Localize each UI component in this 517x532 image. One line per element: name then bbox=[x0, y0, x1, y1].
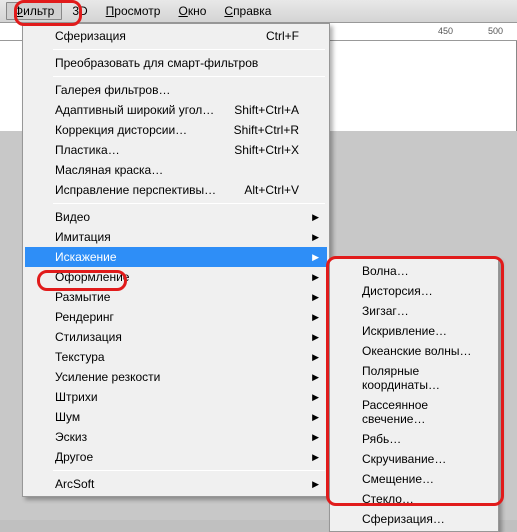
menu-item-label: ArcSoft bbox=[55, 477, 94, 491]
submenu-item-ocean[interactable]: Океанские волны… bbox=[332, 341, 496, 361]
menu-item-imitation[interactable]: Имитация ▶ bbox=[25, 227, 327, 247]
menu-item-shortcut: Shift+Ctrl+X bbox=[234, 143, 299, 157]
menu-item-stylize[interactable]: Стилизация ▶ bbox=[25, 327, 327, 347]
chevron-right-icon: ▶ bbox=[312, 432, 319, 443]
menu-item-label: Исправление перспективы… bbox=[55, 183, 216, 197]
chevron-right-icon: ▶ bbox=[312, 272, 319, 283]
menu-item-label: Галерея фильтров… bbox=[55, 83, 170, 97]
chevron-right-icon: ▶ bbox=[312, 372, 319, 383]
menu-item-render[interactable]: Рендеринг ▶ bbox=[25, 307, 327, 327]
menu-filter[interactable]: Фильтр bbox=[6, 2, 62, 20]
menu-item-other[interactable]: Другое ▶ bbox=[25, 447, 327, 467]
chevron-right-icon: ▶ bbox=[312, 452, 319, 463]
menu-item-repeat-last[interactable]: Сферизация Ctrl+F bbox=[25, 26, 327, 46]
menu-item-label: Искажение bbox=[55, 250, 117, 264]
menu-item-label: Другое bbox=[55, 450, 93, 464]
chevron-right-icon: ▶ bbox=[312, 312, 319, 323]
menu-window[interactable]: Окно bbox=[170, 2, 214, 20]
menu-3d[interactable]: 3D bbox=[64, 2, 95, 20]
menu-item-label: Коррекция дисторсии… bbox=[55, 123, 187, 137]
menu-item-vanishing-point[interactable]: Исправление перспективы… Alt+Ctrl+V bbox=[25, 180, 327, 200]
menu-item-strokes[interactable]: Штрихи ▶ bbox=[25, 387, 327, 407]
chevron-right-icon: ▶ bbox=[312, 212, 319, 223]
submenu-item-twist[interactable]: Скручивание… bbox=[332, 449, 496, 469]
submenu-item-glass[interactable]: Стекло… bbox=[332, 489, 496, 509]
menu-item-label: Сферизация bbox=[55, 29, 126, 43]
menu-item-lens-correction[interactable]: Коррекция дисторсии… Shift+Ctrl+R bbox=[25, 120, 327, 140]
filter-menu: Сферизация Ctrl+F Преобразовать для смар… bbox=[22, 23, 330, 497]
menu-item-liquify[interactable]: Пластика… Shift+Ctrl+X bbox=[25, 140, 327, 160]
menu-item-styling[interactable]: Оформление ▶ bbox=[25, 267, 327, 287]
menu-item-wide-angle[interactable]: Адаптивный широкий угол… Shift+Ctrl+A bbox=[25, 100, 327, 120]
submenu-item-ripple[interactable]: Рябь… bbox=[332, 429, 496, 449]
separator bbox=[53, 76, 325, 77]
menu-item-label: Эскиз bbox=[55, 430, 87, 444]
menu-item-label: Пластика… bbox=[55, 143, 120, 157]
menu-item-label: Текстура bbox=[55, 350, 105, 364]
separator bbox=[53, 49, 325, 50]
menu-item-shortcut: Shift+Ctrl+R bbox=[234, 123, 299, 137]
menu-item-label: Имитация bbox=[55, 230, 111, 244]
menu-item-label: Видео bbox=[55, 210, 90, 224]
submenu-item-wave[interactable]: Волна… bbox=[332, 261, 496, 281]
chevron-right-icon: ▶ bbox=[312, 332, 319, 343]
chevron-right-icon: ▶ bbox=[312, 479, 319, 490]
menu-item-gallery[interactable]: Галерея фильтров… bbox=[25, 80, 327, 100]
submenu-item-displace[interactable]: Смещение… bbox=[332, 469, 496, 489]
submenu-item-diffuse-glow[interactable]: Рассеянное свечение… bbox=[332, 395, 496, 429]
submenu-item-zigzag[interactable]: Зигзаг… bbox=[332, 301, 496, 321]
menu-item-shortcut: Ctrl+F bbox=[266, 29, 299, 43]
menu-item-distort[interactable]: Искажение ▶ bbox=[25, 247, 327, 267]
chevron-right-icon: ▶ bbox=[312, 392, 319, 403]
chevron-right-icon: ▶ bbox=[312, 352, 319, 363]
ruler-tick: 500 bbox=[488, 26, 503, 36]
menu-item-label: Преобразовать для смарт-фильтров bbox=[55, 56, 258, 70]
menu-item-label: Усиление резкости bbox=[55, 370, 160, 384]
menu-item-oil-paint[interactable]: Масляная краска… bbox=[25, 160, 327, 180]
menu-item-convert-smart[interactable]: Преобразовать для смарт-фильтров bbox=[25, 53, 327, 73]
menu-item-label: Адаптивный широкий угол… bbox=[55, 103, 214, 117]
menu-item-label: Рендеринг bbox=[55, 310, 114, 324]
menu-item-label: Стилизация bbox=[55, 330, 122, 344]
menu-item-noise[interactable]: Шум ▶ bbox=[25, 407, 327, 427]
menu-item-shortcut: Shift+Ctrl+A bbox=[234, 103, 299, 117]
menubar: Фильтр 3D Просмотр Окно Справка bbox=[0, 0, 517, 23]
menu-item-label: Масляная краска… bbox=[55, 163, 163, 177]
menu-item-label: Оформление bbox=[55, 270, 129, 284]
submenu-item-polar[interactable]: Полярные координаты… bbox=[332, 361, 496, 395]
distort-submenu: Волна… Дисторсия… Зигзаг… Искривление… О… bbox=[329, 258, 499, 532]
menu-item-label: Размытие bbox=[55, 290, 110, 304]
menu-item-label: Штрихи bbox=[55, 390, 98, 404]
chevron-right-icon: ▶ bbox=[312, 232, 319, 243]
menu-view[interactable]: Просмотр bbox=[98, 2, 169, 20]
chevron-right-icon: ▶ bbox=[312, 292, 319, 303]
menu-item-sharpen[interactable]: Усиление резкости ▶ bbox=[25, 367, 327, 387]
submenu-item-twirl[interactable]: Искривление… bbox=[332, 321, 496, 341]
menu-item-video[interactable]: Видео ▶ bbox=[25, 207, 327, 227]
submenu-item-distortion[interactable]: Дисторсия… bbox=[332, 281, 496, 301]
menu-item-sketch[interactable]: Эскиз ▶ bbox=[25, 427, 327, 447]
menu-item-arcsoft[interactable]: ArcSoft ▶ bbox=[25, 474, 327, 494]
ruler-tick: 450 bbox=[438, 26, 453, 36]
chevron-right-icon: ▶ bbox=[312, 252, 319, 263]
menu-item-label: Шум bbox=[55, 410, 80, 424]
menu-item-shortcut: Alt+Ctrl+V bbox=[244, 183, 299, 197]
menu-item-texture[interactable]: Текстура ▶ bbox=[25, 347, 327, 367]
menu-help[interactable]: Справка bbox=[216, 2, 279, 20]
separator bbox=[53, 203, 325, 204]
menu-item-blur[interactable]: Размытие ▶ bbox=[25, 287, 327, 307]
separator bbox=[53, 470, 325, 471]
chevron-right-icon: ▶ bbox=[312, 412, 319, 423]
submenu-item-spherize[interactable]: Сферизация… bbox=[332, 509, 496, 529]
